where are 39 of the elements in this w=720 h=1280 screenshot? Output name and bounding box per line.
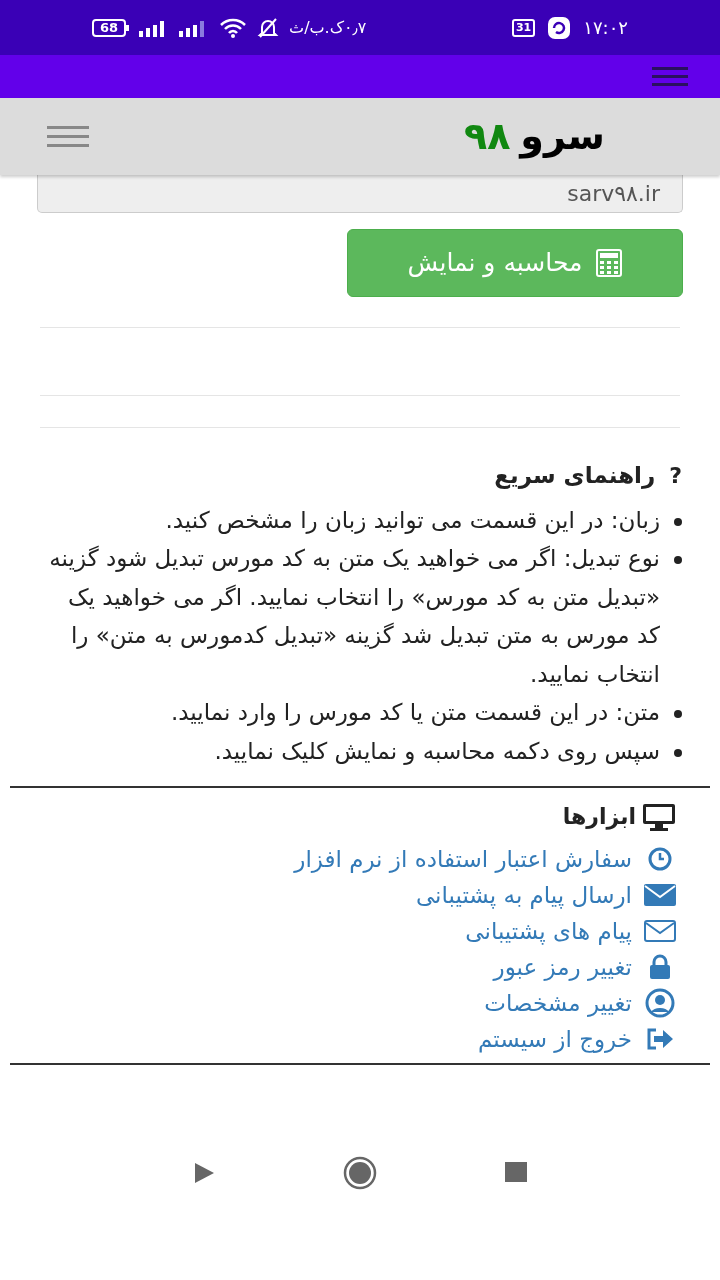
help-text: زبان: در این قسمت می توانید زبان را مشخص کنید. (165, 505, 660, 536)
bullet-icon (674, 556, 682, 564)
clock-time: ۱۷:۰۲ (583, 16, 628, 40)
tool-link[interactable]: سفارش اعتبار استفاده از نرم افزار (294, 841, 676, 877)
tool-link[interactable]: پیام های پشتیبانی (465, 913, 676, 949)
help-text: متن: در این قسمت متن یا کد مورس را وارد نمایید. (170, 698, 660, 728)
clock-icon (647, 846, 673, 872)
tool-link[interactable]: تغییر رمز عبور (493, 949, 676, 985)
battery-level: 68 (92, 18, 127, 37)
user-icon (645, 988, 675, 1018)
recents-icon[interactable] (505, 1161, 527, 1184)
url-field[interactable]: sarv۹۸.ir (37, 174, 683, 213)
monitor-icon (642, 802, 676, 831)
tool-link[interactable]: تغییر مشخصات (484, 985, 676, 1021)
tool-link[interactable]: ارسال پیام به پشتیبانی (415, 877, 676, 913)
question-icon: ? (669, 458, 682, 492)
bullet-icon (674, 710, 682, 718)
tool-link[interactable]: خروج از سیستم (478, 1021, 676, 1057)
lock-icon (649, 954, 671, 980)
network-speed: ۰٫۷ک.ب/ث (289, 16, 367, 39)
tools-title: ابزارها (562, 803, 636, 832)
calculate-button[interactable]: محاسبه و نمایش (347, 229, 683, 297)
menu-icon[interactable] (47, 124, 89, 149)
back-icon[interactable] (193, 1161, 215, 1184)
calendar-icon: 31 (511, 18, 536, 37)
help-text: نوع تبدیل: اگر می خواهید یک متن به کد مورس تبدیل شود گزینه «تبدیل متن به کد مورس» را انتخاب نمایید. اگر می خواهید یک کد مورس به متن تبدیل شد گزینه «تبدیل کدمورس به متن» را انتخاب نمایید. (48, 544, 660, 689)
bullet-icon (674, 517, 682, 526)
envelope-icon (644, 920, 676, 942)
sign-out-icon (646, 1028, 674, 1050)
app-icon (547, 15, 572, 40)
wifi-icon (219, 17, 248, 38)
envelope-icon (644, 884, 676, 906)
help-title: راهنمای سریع (494, 461, 656, 491)
help-text: سپس روی دکمه محاسبه و نمایش کلیک نمایید. (214, 736, 660, 767)
bell-off-icon (257, 16, 280, 39)
home-icon[interactable] (343, 1155, 377, 1190)
site-logo[interactable]: سرو ۹۸ (463, 108, 605, 165)
bullet-icon (674, 748, 682, 757)
calculator-icon (596, 249, 623, 277)
